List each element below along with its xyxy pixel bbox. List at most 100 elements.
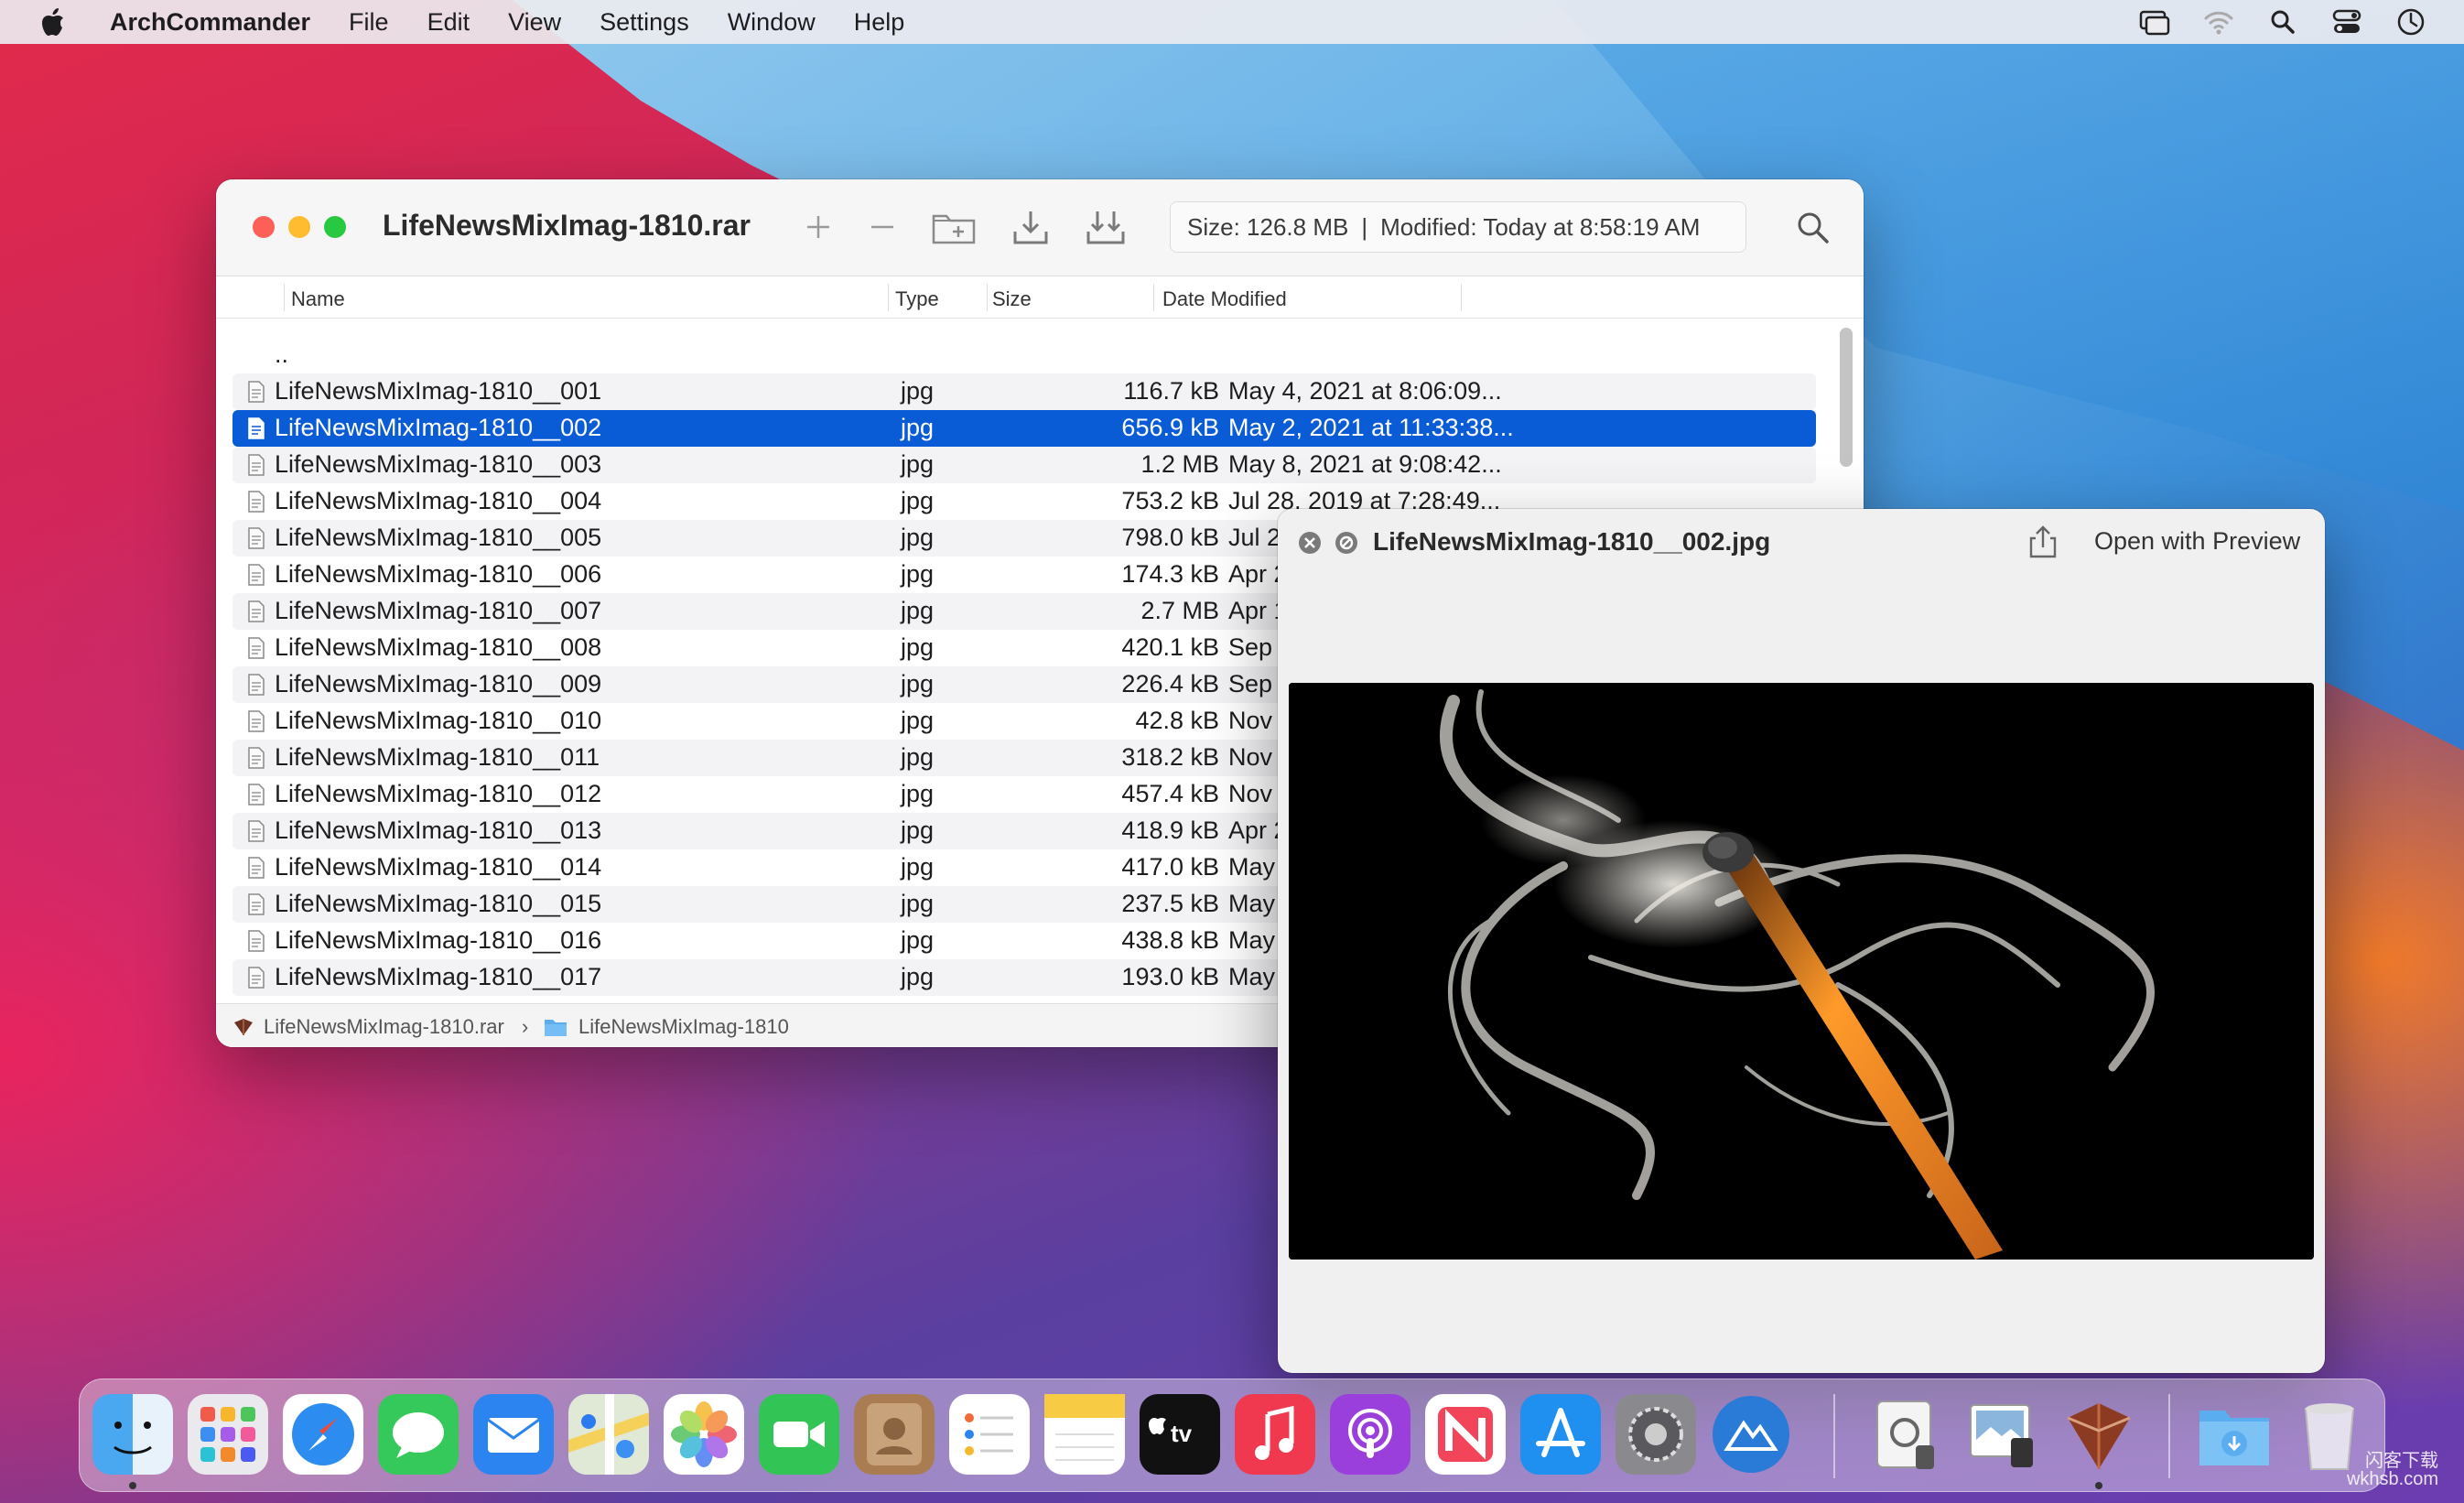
preview-helper-icon[interactable] bbox=[1868, 1394, 1949, 1475]
screen-mirroring-icon[interactable] bbox=[2138, 5, 2171, 38]
file-type: jpg bbox=[901, 597, 935, 624]
mail-icon[interactable] bbox=[473, 1394, 554, 1475]
apple-tv-icon[interactable]: tv bbox=[1140, 1394, 1220, 1475]
file-size: 2.7 MB bbox=[1140, 597, 1219, 624]
apple-logo-icon[interactable] bbox=[40, 7, 66, 37]
downloads-folder-icon[interactable] bbox=[2194, 1394, 2275, 1475]
image-file-icon bbox=[248, 893, 265, 915]
file-type: jpg bbox=[901, 414, 935, 441]
extract-icon bbox=[1013, 211, 1048, 244]
file-size: 193.0 kB bbox=[1121, 963, 1219, 990]
watermark: 闪客下载 wkhsb.com bbox=[2347, 1452, 2438, 1488]
quick-look-panel: LifeNewsMixImag-1810__002.jpg Open with … bbox=[1278, 509, 2325, 1373]
column-divider bbox=[987, 284, 988, 311]
file-size: 116.7 kB bbox=[1123, 377, 1219, 405]
image-file-icon bbox=[248, 564, 265, 586]
minus-icon bbox=[871, 225, 893, 229]
finder-icon[interactable] bbox=[92, 1394, 173, 1475]
new-folder-button[interactable] bbox=[928, 203, 979, 251]
file-size: 420.1 kB bbox=[1121, 633, 1219, 661]
image-file-icon bbox=[248, 381, 265, 403]
file-name: LifeNewsMixImag-1810__005 bbox=[275, 524, 602, 551]
file-type: jpg bbox=[901, 816, 935, 844]
file-row-selected[interactable]: LifeNewsMixImag-1810__002 jpg 656.9 kB May … bbox=[232, 410, 1816, 447]
search-icon[interactable] bbox=[1792, 207, 1832, 247]
file-name: LifeNewsMixImag-1810__016 bbox=[275, 926, 602, 954]
photos-icon[interactable] bbox=[664, 1394, 744, 1475]
plus-icon bbox=[807, 216, 829, 238]
archcommander-icon[interactable] bbox=[2059, 1394, 2139, 1475]
file-type: jpg bbox=[901, 524, 935, 551]
minimize-window-button[interactable] bbox=[288, 216, 310, 238]
vertical-scrollbar[interactable] bbox=[1840, 328, 1853, 467]
menu-help[interactable]: Help bbox=[854, 8, 905, 37]
file-size: 226.4 kB bbox=[1121, 670, 1219, 697]
system-preferences-icon[interactable] bbox=[1616, 1394, 1696, 1475]
file-type: jpg bbox=[901, 633, 935, 661]
extract-all-button[interactable] bbox=[1080, 203, 1131, 251]
column-type[interactable]: Type bbox=[895, 287, 939, 311]
messages-icon[interactable] bbox=[378, 1394, 459, 1475]
file-name: LifeNewsMixImag-1810__010 bbox=[275, 707, 602, 734]
archive-info-box: Size: 126.8 MB | Modified: Today at 8:58… bbox=[1170, 201, 1746, 253]
column-date-modified[interactable]: Date Modified bbox=[1162, 287, 1287, 311]
open-with-preview-button[interactable]: Open with Preview bbox=[2085, 522, 2309, 560]
music-icon[interactable] bbox=[1235, 1394, 1315, 1475]
file-size: 417.0 kB bbox=[1121, 853, 1219, 881]
maps-icon[interactable] bbox=[568, 1394, 649, 1475]
clock-icon[interactable] bbox=[2394, 5, 2427, 38]
fullscreen-disabled-icon[interactable] bbox=[1335, 531, 1358, 555]
file-date-modified: May 4, 2021 at 8:06:09... bbox=[1228, 377, 1502, 405]
wifi-icon[interactable] bbox=[2202, 5, 2235, 38]
extract-button[interactable] bbox=[1005, 203, 1056, 251]
file-type: jpg bbox=[901, 450, 935, 478]
parent-directory-row[interactable]: .. bbox=[232, 337, 1816, 373]
menu-settings[interactable]: Settings bbox=[600, 8, 689, 37]
dock: tv bbox=[79, 1379, 2385, 1492]
app-store-icon[interactable] bbox=[1520, 1394, 1601, 1475]
quick-look-title: LifeNewsMixImag-1810__002.jpg bbox=[1373, 527, 1771, 556]
launchpad-icon[interactable] bbox=[188, 1394, 268, 1475]
path-archive[interactable]: LifeNewsMixImag-1810.rar bbox=[264, 1015, 504, 1039]
menu-app-name[interactable]: ArchCommander bbox=[110, 8, 310, 37]
altool-icon[interactable] bbox=[1711, 1394, 1791, 1475]
column-divider bbox=[284, 284, 285, 311]
remove-file-button[interactable] bbox=[857, 203, 908, 251]
control-center-icon[interactable] bbox=[2330, 5, 2363, 38]
facetime-icon[interactable] bbox=[759, 1394, 839, 1475]
zoom-window-button[interactable] bbox=[324, 216, 346, 238]
file-row[interactable]: LifeNewsMixImag-1810__003 jpg 1.2 MB May 8,… bbox=[232, 447, 1816, 483]
menu-file[interactable]: File bbox=[349, 8, 389, 37]
running-indicator bbox=[129, 1482, 136, 1489]
menu-window[interactable]: Window bbox=[728, 8, 816, 37]
image-file-icon bbox=[248, 527, 265, 549]
podcasts-icon[interactable] bbox=[1330, 1394, 1410, 1475]
notes-icon[interactable] bbox=[1044, 1394, 1125, 1475]
file-type: jpg bbox=[901, 963, 935, 990]
spotlight-search-icon[interactable] bbox=[2266, 5, 2299, 38]
column-name[interactable]: Name bbox=[291, 287, 345, 311]
add-file-button[interactable] bbox=[793, 203, 844, 251]
new-folder-icon bbox=[932, 214, 976, 244]
column-divider bbox=[1461, 284, 1462, 311]
close-window-button[interactable] bbox=[253, 216, 275, 238]
menu-edit[interactable]: Edit bbox=[427, 8, 470, 37]
news-icon[interactable] bbox=[1425, 1394, 1506, 1475]
close-circle-icon[interactable] bbox=[1298, 531, 1322, 555]
safari-icon[interactable] bbox=[283, 1394, 363, 1475]
image-file-icon bbox=[248, 967, 265, 989]
file-type: jpg bbox=[901, 560, 935, 588]
share-icon[interactable] bbox=[2026, 524, 2059, 560]
preview-icon[interactable] bbox=[1963, 1394, 2044, 1475]
file-name: LifeNewsMixImag-1810__011 bbox=[275, 743, 600, 771]
file-name: LifeNewsMixImag-1810__003 bbox=[275, 450, 602, 478]
column-size[interactable]: Size bbox=[992, 287, 1032, 311]
info-separator: | bbox=[1361, 212, 1368, 241]
contacts-icon[interactable] bbox=[854, 1394, 935, 1475]
path-folder[interactable]: LifeNewsMixImag-1810 bbox=[578, 1015, 789, 1039]
file-type: jpg bbox=[901, 926, 935, 954]
menu-view[interactable]: View bbox=[508, 8, 561, 37]
file-size: 438.8 kB bbox=[1121, 926, 1219, 954]
file-row[interactable]: LifeNewsMixImag-1810__001 jpg 116.7 kB May … bbox=[232, 373, 1816, 410]
reminders-icon[interactable] bbox=[949, 1394, 1030, 1475]
